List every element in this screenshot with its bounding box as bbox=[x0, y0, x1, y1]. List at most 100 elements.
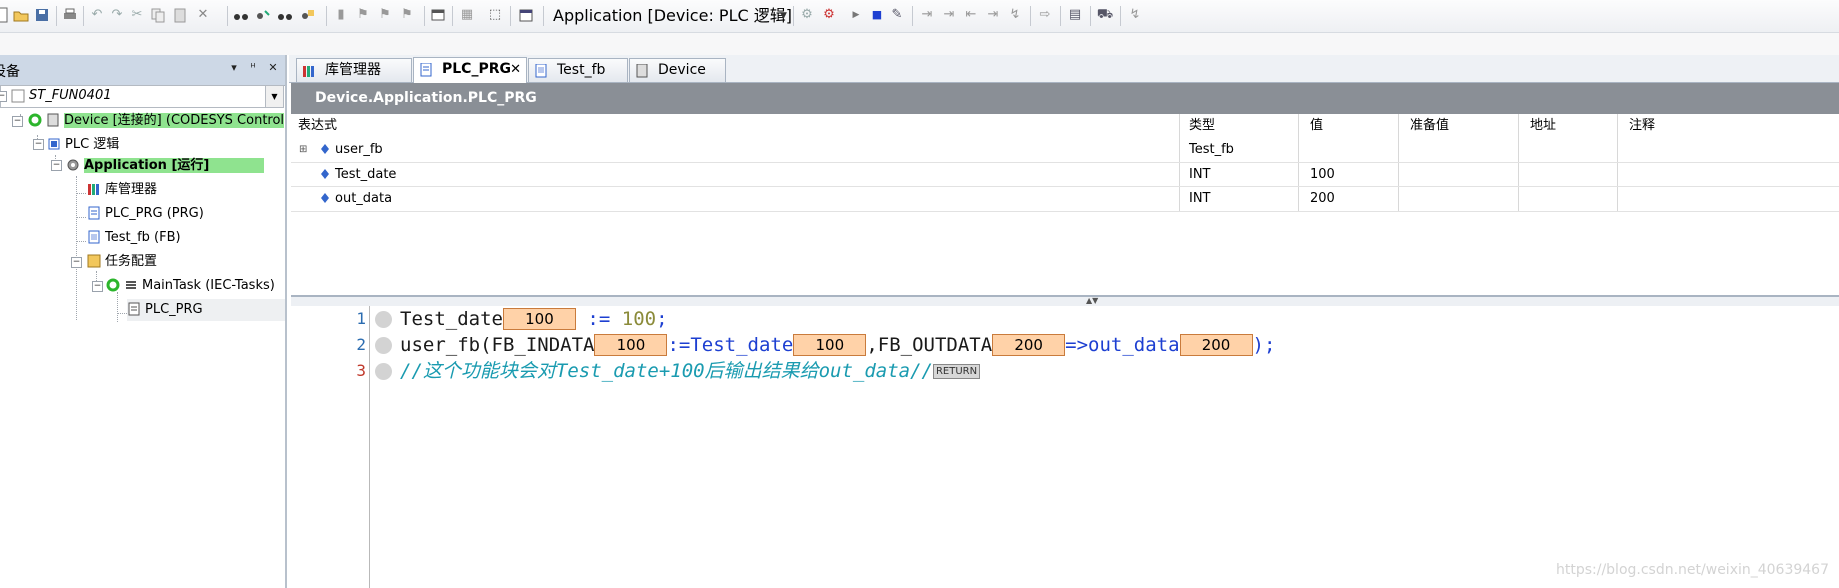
tree-item-test-fb[interactable]: Test_fb (FB) bbox=[87, 227, 181, 249]
collapse-icon[interactable]: − bbox=[92, 281, 103, 292]
project-icon bbox=[11, 89, 25, 103]
bookmark-clear-icon[interactable]: ⚑ bbox=[398, 4, 416, 26]
variable-icon bbox=[321, 144, 329, 154]
step-out-icon[interactable]: ⇤ bbox=[962, 4, 980, 26]
breakpoint-marker[interactable] bbox=[375, 311, 392, 328]
force-values-icon[interactable]: ⛟ bbox=[1096, 4, 1114, 26]
close-icon[interactable]: ✕ bbox=[510, 58, 521, 81]
running-status-icon bbox=[106, 278, 120, 292]
toolbar-spacer bbox=[0, 33, 1839, 55]
step-into-icon[interactable]: ⇥ bbox=[940, 4, 958, 26]
find-next-icon[interactable] bbox=[277, 7, 293, 23]
column-header-type[interactable]: 类型 bbox=[1182, 114, 1215, 136]
chevron-down-icon[interactable]: ▼ bbox=[780, 5, 790, 27]
table-row[interactable]: ⊞ user_fb Test_fb bbox=[291, 138, 1839, 162]
chevron-down-icon[interactable]: ▼ bbox=[265, 86, 283, 107]
run-to-cursor-icon[interactable]: ⇥ bbox=[984, 4, 1002, 26]
new-file-icon[interactable] bbox=[0, 7, 10, 23]
function-block-icon bbox=[88, 230, 100, 244]
grid-icon[interactable]: ▦ bbox=[458, 4, 476, 26]
project-selector[interactable]: − ST_FUN0401 ▼ bbox=[0, 85, 284, 108]
active-application-selector[interactable]: Application [Device: PLC 逻辑] bbox=[549, 5, 796, 27]
step-over-icon[interactable]: ⇥ bbox=[918, 4, 936, 26]
login-icon[interactable]: ⚙ bbox=[798, 4, 816, 26]
delete-icon[interactable]: ✕ bbox=[194, 4, 212, 26]
show-current-statement-icon[interactable]: ⇨ bbox=[1036, 4, 1054, 26]
device-icon[interactable]: ⬚ bbox=[486, 4, 504, 26]
undo-icon[interactable]: ↶ bbox=[88, 4, 106, 26]
tree-item-plc-prg[interactable]: PLC_PRG (PRG) bbox=[87, 203, 204, 225]
collapse-icon[interactable]: − bbox=[71, 257, 82, 268]
save-icon[interactable] bbox=[34, 7, 50, 23]
tree-item-label: Device [连接的] (CODESYS Control bbox=[64, 113, 285, 128]
splitter-grip-icon[interactable]: ▲▼ bbox=[1086, 296, 1098, 305]
expand-icon[interactable]: ⊞ bbox=[299, 138, 307, 162]
tab-plc-prg[interactable]: PLC_PRG ✕ bbox=[413, 57, 527, 83]
stop-icon[interactable]: ■ bbox=[868, 4, 886, 26]
logout-icon[interactable]: ⚙ bbox=[820, 4, 838, 26]
expression-text: user_fb bbox=[335, 142, 383, 157]
type-cell: Test_fb bbox=[1189, 142, 1234, 157]
start-icon[interactable]: ▶ bbox=[847, 4, 865, 26]
collapse-icon[interactable]: − bbox=[33, 139, 44, 150]
find-icon[interactable] bbox=[233, 7, 249, 23]
tree-item-plc-prg-call[interactable]: PLC_PRG bbox=[127, 299, 285, 321]
print-icon[interactable] bbox=[62, 7, 78, 23]
close-icon[interactable]: ✕ bbox=[267, 61, 279, 74]
code-line-1[interactable]: Test_date 100 := 100; bbox=[400, 306, 668, 332]
tab-library-manager[interactable]: 库管理器 bbox=[296, 58, 412, 82]
tree-item-plc-logic[interactable]: PLC 逻辑 bbox=[47, 134, 119, 156]
monitor-value[interactable]: 100 bbox=[502, 308, 576, 330]
calendar-icon[interactable] bbox=[518, 7, 534, 23]
write-values-icon[interactable]: ▤ bbox=[1066, 4, 1084, 26]
monitor-value[interactable]: 200 bbox=[992, 334, 1066, 356]
collapse-icon[interactable]: − bbox=[12, 116, 23, 127]
unforce-icon[interactable]: ↯ bbox=[1126, 4, 1144, 26]
tree-item-application[interactable]: Application [运行] bbox=[66, 155, 265, 177]
column-header-expression[interactable]: 表达式 bbox=[291, 114, 337, 136]
tab-test-fb[interactable]: Test_fb bbox=[528, 58, 628, 82]
find-replace-icon[interactable] bbox=[255, 7, 271, 23]
tree-item-library-manager[interactable]: 库管理器 bbox=[87, 179, 157, 201]
bookmark-icon[interactable]: ▮ bbox=[332, 4, 350, 26]
open-folder-icon[interactable] bbox=[13, 7, 29, 23]
bookmark-prev-icon[interactable]: ⚑ bbox=[376, 4, 394, 26]
copy-icon[interactable] bbox=[150, 7, 166, 23]
collapse-icon[interactable]: − bbox=[0, 91, 7, 102]
tree-item-maintask[interactable]: MainTask (IEC-Tasks) bbox=[106, 275, 275, 297]
paste-icon[interactable] bbox=[172, 7, 188, 23]
panel-title: 设备 bbox=[0, 64, 20, 80]
tree-item-task-config[interactable]: 任务配置 bbox=[87, 251, 157, 273]
reset-icon[interactable]: ✎ bbox=[888, 4, 906, 26]
breakpoint-marker[interactable] bbox=[375, 363, 392, 380]
monitor-value[interactable]: 100 bbox=[793, 334, 867, 356]
code-line-3[interactable]: //这个功能块会对Test_date+100后输出结果给out_data//RE… bbox=[400, 358, 981, 384]
cut-icon[interactable]: ✂ bbox=[128, 4, 146, 26]
pin-icon[interactable]: ᵸ bbox=[247, 61, 259, 74]
breakpoint-marker[interactable] bbox=[375, 337, 392, 354]
column-header-value[interactable]: 值 bbox=[1303, 114, 1323, 136]
collapse-icon[interactable]: − bbox=[51, 160, 62, 171]
table-row[interactable]: Test_date INT 100 bbox=[291, 162, 1839, 187]
bookmark-next-icon[interactable]: ⚑ bbox=[354, 4, 372, 26]
expression-cell: user_fb bbox=[321, 138, 383, 162]
monitor-value[interactable]: 100 bbox=[594, 334, 668, 356]
set-next-statement-icon[interactable]: ↯ bbox=[1006, 4, 1024, 26]
table-row[interactable]: out_data INT 200 bbox=[291, 186, 1839, 212]
monitor-value[interactable]: 200 bbox=[1179, 334, 1253, 356]
column-header-comment[interactable]: 注释 bbox=[1622, 114, 1655, 136]
column-header-prepared-value[interactable]: 准备值 bbox=[1403, 114, 1449, 136]
code-line-2[interactable]: user_fb(FB_INDATA 100:=Test_date 100 ,FB_OU… bbox=[400, 332, 1275, 358]
window-icon[interactable] bbox=[430, 7, 446, 23]
tree-item-device[interactable]: Device [连接的] (CODESYS Control bbox=[28, 110, 285, 132]
code-identifier: Test_date bbox=[400, 308, 503, 330]
code-editor[interactable]: 1 2 3 Test_date 100 := 100; user_fb(FB_IN… bbox=[291, 306, 1839, 588]
line-number: 2 bbox=[356, 335, 366, 354]
type-cell: INT bbox=[1189, 167, 1211, 182]
tab-device[interactable]: Device bbox=[629, 58, 726, 82]
column-header-address[interactable]: 地址 bbox=[1523, 114, 1556, 136]
redo-icon[interactable]: ↷ bbox=[108, 4, 126, 26]
library-icon bbox=[88, 184, 99, 195]
search-all-icon[interactable] bbox=[299, 7, 315, 23]
panel-menu-icon[interactable]: ▾ bbox=[228, 61, 240, 74]
